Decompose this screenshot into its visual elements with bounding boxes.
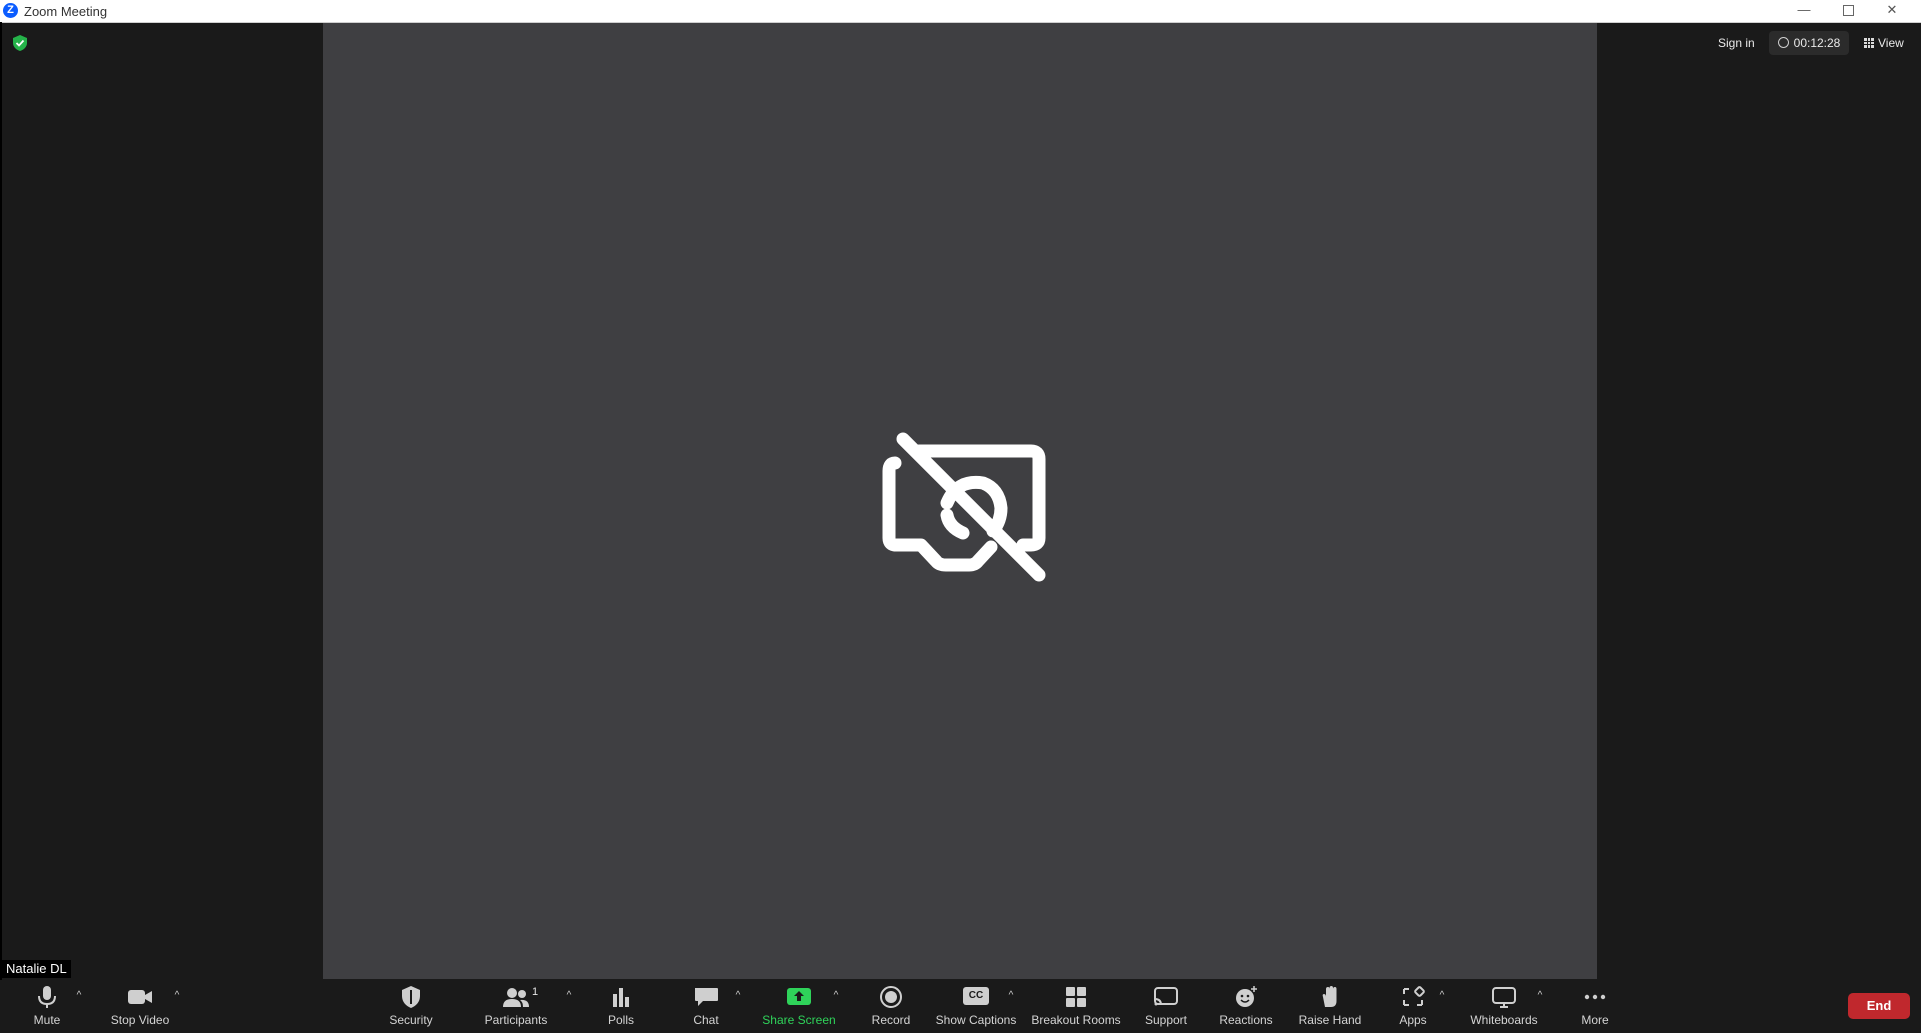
reactions-button[interactable]: Reactions [1218,980,1274,1033]
polls-label: Polls [607,1013,634,1027]
polls-icon [613,988,629,1007]
more-label: More [1581,1013,1609,1027]
apps-label: Apps [1399,1013,1427,1027]
chat-options-caret[interactable]: ^ [732,990,744,1002]
apps-icon [1403,986,1425,1006]
reactions-label: Reactions [1219,1013,1273,1027]
encryption-shield-icon[interactable] [12,34,28,52]
video-camera-icon [128,990,152,1004]
mute-button[interactable]: Mute [22,980,72,1033]
minimize-button[interactable]: — [1782,0,1826,22]
share-screen-label: Share Screen [762,1013,836,1027]
audio-options-caret[interactable]: ^ [73,990,85,1002]
polls-button[interactable]: Polls [600,980,642,1033]
raise-hand-icon [1322,986,1337,1007]
breakout-rooms-label: Breakout Rooms [1031,1013,1121,1027]
restore-icon [1842,5,1854,17]
participants-options-caret[interactable]: ^ [563,990,575,1002]
security-button[interactable]: Security [380,980,442,1033]
view-label: View [1878,36,1904,50]
breakout-rooms-button[interactable]: Breakout Rooms [1030,980,1122,1033]
share-screen-icon [787,988,811,1005]
security-shield-icon [402,986,420,1008]
video-off-icon [882,432,1046,582]
stop-video-button[interactable]: Stop Video [104,980,176,1033]
breakout-rooms-icon [1066,987,1086,1007]
participants-button[interactable]: Participants [480,980,552,1033]
record-icon [880,986,902,1008]
support-label: Support [1144,1013,1188,1027]
meeting-timer: 00:12:28 [1769,31,1849,55]
closed-captions-icon: CC [963,987,989,1005]
zoom-logo-icon: Z [3,3,18,18]
whiteboards-button[interactable]: Whiteboards [1466,980,1542,1033]
captions-options-caret[interactable]: ^ [1005,990,1017,1002]
more-button[interactable]: More [1574,980,1616,1033]
chat-button[interactable]: Chat [686,980,726,1033]
end-meeting-button[interactable]: End [1848,993,1910,1019]
support-cast-icon [1154,987,1178,1006]
window-title: Zoom Meeting [24,4,108,19]
mute-label: Mute [33,1013,61,1027]
maximize-button[interactable] [1826,0,1870,22]
timer-value: 00:12:28 [1793,36,1841,50]
more-dots-icon [1584,994,1606,1000]
view-button[interactable]: View [1858,31,1910,55]
show-captions-label: Show Captions [935,1013,1017,1027]
reactions-smiley-icon [1236,986,1257,1007]
apps-options-caret[interactable]: ^ [1436,990,1448,1002]
chat-bubble-icon [695,988,718,1006]
meeting-toolbar: Mute ^ Stop Video ^ Security Participant… [0,980,1921,1033]
participant-name-tag: Natalie DL [2,960,71,978]
participants-count: 1 [532,986,539,998]
participants-icon [503,988,529,1007]
raise-hand-label: Raise Hand [1298,1013,1362,1027]
whiteboard-icon [1492,987,1516,1008]
grid-icon [1864,38,1874,48]
title-bar: Z Zoom Meeting — ✕ [0,0,1921,23]
stop-video-label: Stop Video [110,1013,170,1027]
participants-label: Participants [484,1013,548,1027]
whiteboards-label: Whiteboards [1470,1013,1538,1027]
microphone-icon [38,986,56,1008]
close-button[interactable]: ✕ [1870,0,1914,22]
chat-label: Chat [693,1013,719,1027]
support-button[interactable]: Support [1140,980,1192,1033]
video-stage [323,23,1597,979]
video-options-caret[interactable]: ^ [171,990,183,1002]
show-captions-button[interactable]: CC Show Captions [935,980,1017,1033]
clock-icon [1777,37,1789,48]
window-edge [0,22,2,1033]
raise-hand-button[interactable]: Raise Hand [1297,980,1363,1033]
sign-in-button[interactable]: Sign in [1712,33,1761,53]
share-options-caret[interactable]: ^ [830,990,842,1002]
whiteboards-options-caret[interactable]: ^ [1534,990,1546,1002]
record-button[interactable]: Record [866,980,916,1033]
security-label: Security [389,1013,433,1027]
record-label: Record [871,1013,911,1027]
apps-button[interactable]: Apps [1393,980,1433,1033]
share-screen-button[interactable]: Share Screen [760,980,838,1033]
